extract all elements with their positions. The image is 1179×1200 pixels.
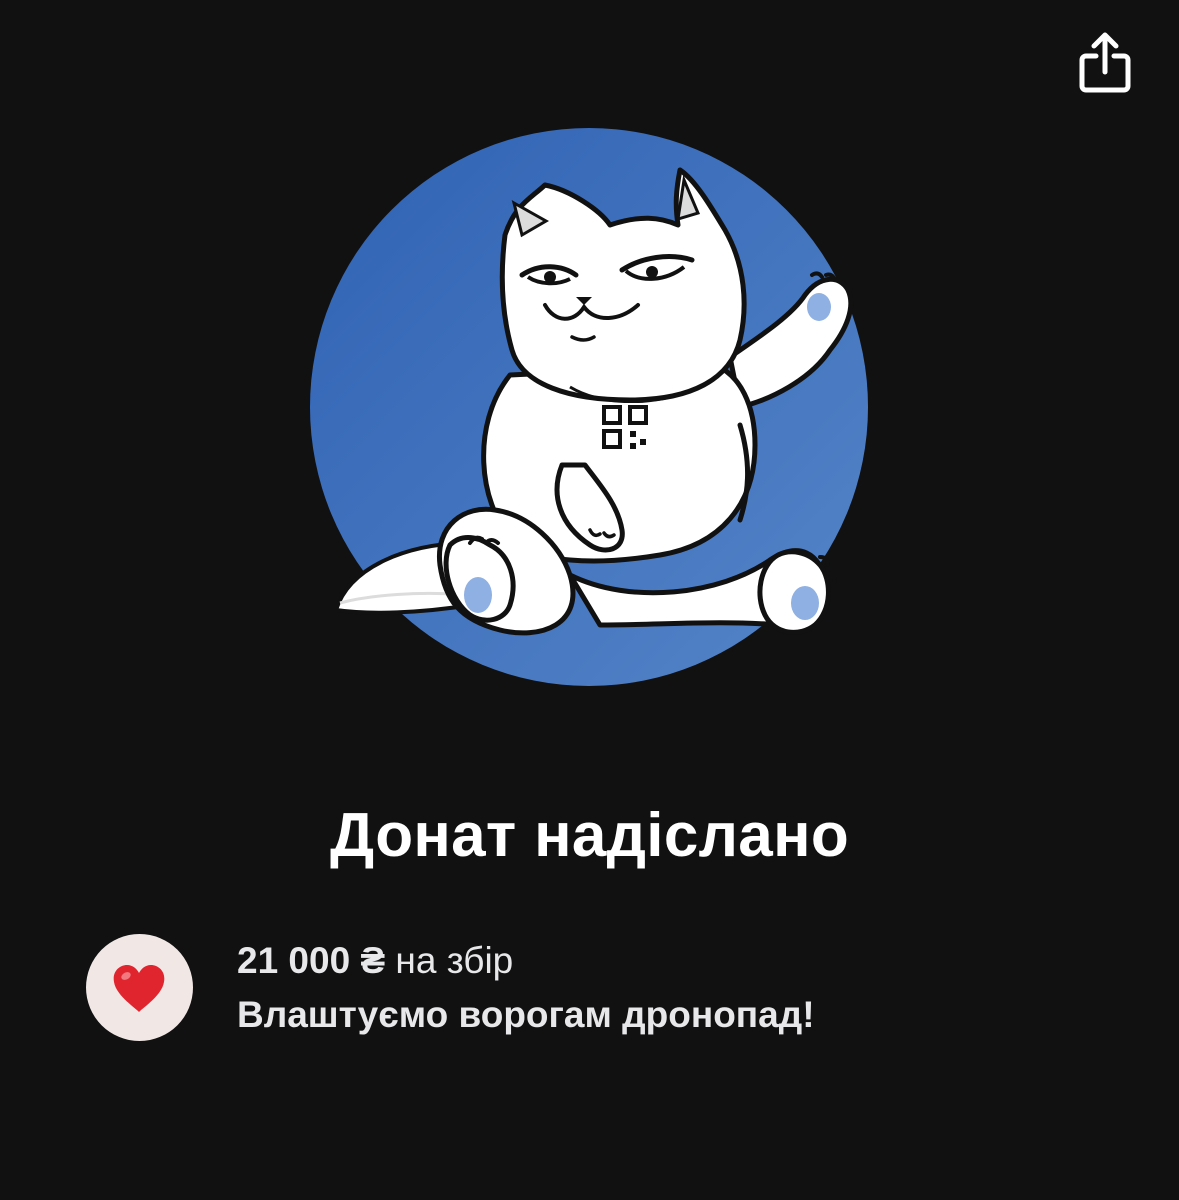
jar-name: Влаштуємо ворогам дронопад! xyxy=(237,994,815,1035)
donation-suffix: на збір xyxy=(385,940,514,981)
share-button[interactable] xyxy=(1074,30,1136,96)
donation-amount-line: 21 000 ₴ на збір xyxy=(237,940,513,982)
share-icon xyxy=(1079,32,1131,93)
qr-pendant xyxy=(600,403,656,451)
donation-summary: 21 000 ₴ на збір Влаштуємо ворогам дроно… xyxy=(86,934,1086,1044)
page-title: Донат надіслано xyxy=(330,801,849,870)
heart-icon xyxy=(113,965,165,1012)
cat-illustration xyxy=(310,128,868,686)
donation-amount: 21 000 ₴ xyxy=(237,940,386,981)
heart-badge xyxy=(86,934,193,1041)
hero-illustration xyxy=(300,125,880,705)
donation-success-screen: Донат надіслано 21 000 ₴ на збір Влаштує… xyxy=(0,0,1179,1200)
